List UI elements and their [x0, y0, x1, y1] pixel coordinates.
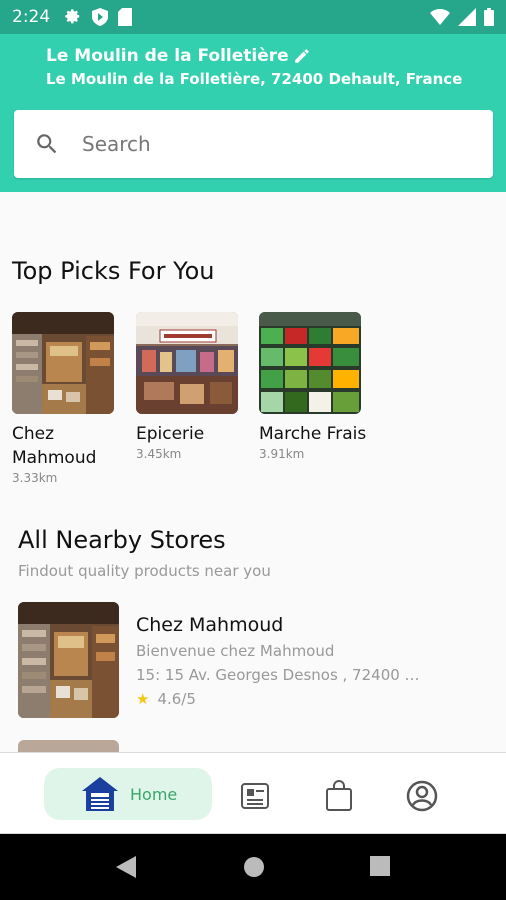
store-list-item[interactable]: Chez Mahmoud Bienvenue chez Mahmoud 15: …	[18, 602, 488, 720]
top-pick-distance: 3.91km	[259, 447, 305, 461]
account-circle-icon	[406, 780, 438, 812]
home-circle-icon[interactable]	[243, 856, 265, 878]
store-photo	[136, 312, 238, 414]
store-rating: ★ 4.6/5	[136, 690, 196, 708]
store-photo	[18, 602, 119, 718]
nav-home-tab[interactable]: Home	[44, 768, 212, 820]
nav-cart-tab[interactable]	[322, 779, 356, 813]
store-name: Chez Mahmoud	[136, 614, 284, 636]
nav-profile-tab[interactable]	[405, 779, 439, 813]
top-pick-name: Marche Frais	[259, 424, 367, 444]
store-selector[interactable]: Le Moulin de la Folletière	[46, 46, 311, 66]
back-icon[interactable]	[116, 856, 136, 878]
top-picks-title: Top Picks For You	[12, 257, 215, 285]
top-pick-card[interactable]: Marche Frais 3.91km	[259, 312, 369, 461]
store-description: Bienvenue chez Mahmoud	[136, 642, 335, 660]
home-store-icon	[82, 777, 118, 811]
edit-pencil-icon[interactable]	[293, 47, 311, 65]
rating-value: 4.6/5	[157, 690, 196, 708]
search-icon	[37, 134, 57, 154]
recents-square-icon[interactable]	[370, 856, 390, 876]
store-address-line: 15: 15 Av. Georges Desnos , 72400 La Fer…	[136, 666, 421, 684]
battery-icon	[484, 8, 494, 26]
header: Le Moulin de la Folletière Le Moulin de …	[0, 34, 506, 192]
signal-icon	[458, 8, 476, 26]
store-photo	[12, 312, 114, 414]
status-bar: 2:24	[0, 0, 506, 34]
top-pick-distance: 3.45km	[136, 447, 182, 461]
bottom-nav: Home	[0, 752, 506, 834]
store-address: Le Moulin de la Folletière, 72400 Dehaul…	[46, 70, 463, 88]
nearby-stores-title: All Nearby Stores	[18, 526, 226, 554]
next-store-photo-peek[interactable]	[18, 740, 119, 752]
nav-home-label: Home	[130, 784, 178, 804]
store-photo	[259, 312, 361, 414]
star-icon: ★	[136, 690, 150, 708]
top-pick-name: Epicerie	[136, 424, 205, 444]
nearby-stores-subtitle: Findout quality products near you	[18, 562, 271, 580]
store-title: Le Moulin de la Folletière	[46, 46, 289, 66]
wifi-icon	[430, 9, 450, 25]
shopping-bag-icon	[326, 780, 352, 811]
sd-card-icon	[118, 8, 133, 26]
search-input[interactable]	[82, 132, 462, 156]
receipt-icon	[241, 783, 269, 809]
settings-gear-icon	[65, 9, 80, 24]
status-time: 2:24	[12, 7, 51, 27]
system-nav-bar	[0, 834, 506, 900]
nav-orders-tab[interactable]	[238, 779, 272, 813]
shield-play-icon	[92, 8, 109, 26]
top-pick-name: Chez Mahmoud	[12, 424, 97, 468]
top-pick-distance: 3.33km	[12, 471, 58, 485]
search-box[interactable]	[14, 110, 493, 178]
top-pick-card[interactable]: Epicerie 3.45km	[136, 312, 246, 461]
top-pick-card[interactable]: Chez Mahmoud 3.33km	[12, 312, 122, 485]
